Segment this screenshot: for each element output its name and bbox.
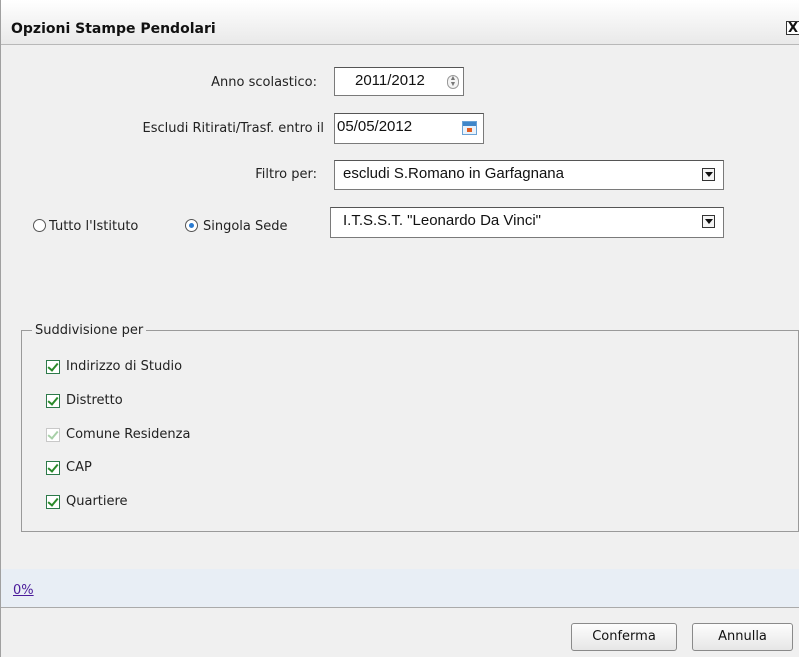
sede-value: I.T.S.S.T. "Leonardo Da Vinci" (343, 212, 541, 229)
anno-spinner-input[interactable]: 2011/2012 ▲ ▼ (334, 67, 464, 96)
progress-percent[interactable]: 0% (13, 583, 34, 598)
checkbox-quartiere-label[interactable]: Quartiere (66, 494, 128, 509)
filtro-select[interactable]: escludi S.Romano in Garfagnana (334, 160, 724, 190)
checkbox-comune-residenza (46, 428, 60, 442)
radio-sede-label[interactable]: Singola Sede (203, 219, 288, 234)
calendar-icon[interactable] (462, 121, 477, 135)
checkbox-comune-label: Comune Residenza (66, 427, 191, 442)
close-icon[interactable]: X (786, 21, 799, 35)
checkbox-indirizzo[interactable] (46, 360, 60, 374)
sede-select[interactable]: I.T.S.S.T. "Leonardo Da Vinci" (330, 207, 724, 238)
escludi-label: Escludi Ritirati/Trasf. entro il (142, 121, 324, 136)
anno-value: 2011/2012 (355, 72, 425, 89)
radio-tutto-istituto[interactable] (33, 219, 46, 232)
annulla-button[interactable]: Annulla (692, 623, 793, 651)
radio-tutto-label[interactable]: Tutto l'Istituto (49, 219, 138, 234)
chevron-down-icon[interactable] (702, 168, 715, 181)
progress-bar: 0% (1, 569, 799, 608)
suddivisione-legend: Suddivisione per (35, 323, 144, 338)
filtro-value: escludi S.Romano in Garfagnana (343, 165, 564, 182)
filtro-label: Filtro per: (255, 167, 317, 182)
radio-singola-sede[interactable] (185, 219, 198, 232)
dialog-window: Opzioni Stampe Pendolari X Anno scolasti… (0, 0, 799, 657)
checkbox-indirizzo-label[interactable]: Indirizzo di Studio (66, 359, 182, 374)
checkbox-quartiere[interactable] (46, 495, 60, 509)
checkbox-cap[interactable] (46, 461, 60, 475)
chevron-down-icon[interactable] (702, 215, 715, 228)
checkbox-distretto[interactable] (46, 394, 60, 408)
title-bar[interactable]: Opzioni Stampe Pendolari X (1, 0, 799, 45)
checkbox-cap-label[interactable]: CAP (66, 460, 92, 475)
escludi-date-input[interactable]: 05/05/2012 (334, 113, 484, 144)
anno-label: Anno scolastico: (211, 75, 317, 90)
checkbox-distretto-label[interactable]: Distretto (66, 393, 123, 408)
dialog-title: Opzioni Stampe Pendolari (11, 21, 216, 37)
conferma-button[interactable]: Conferma (571, 623, 677, 651)
escludi-value: 05/05/2012 (337, 118, 413, 135)
spinner-updown-icon[interactable]: ▲ ▼ (447, 75, 459, 89)
